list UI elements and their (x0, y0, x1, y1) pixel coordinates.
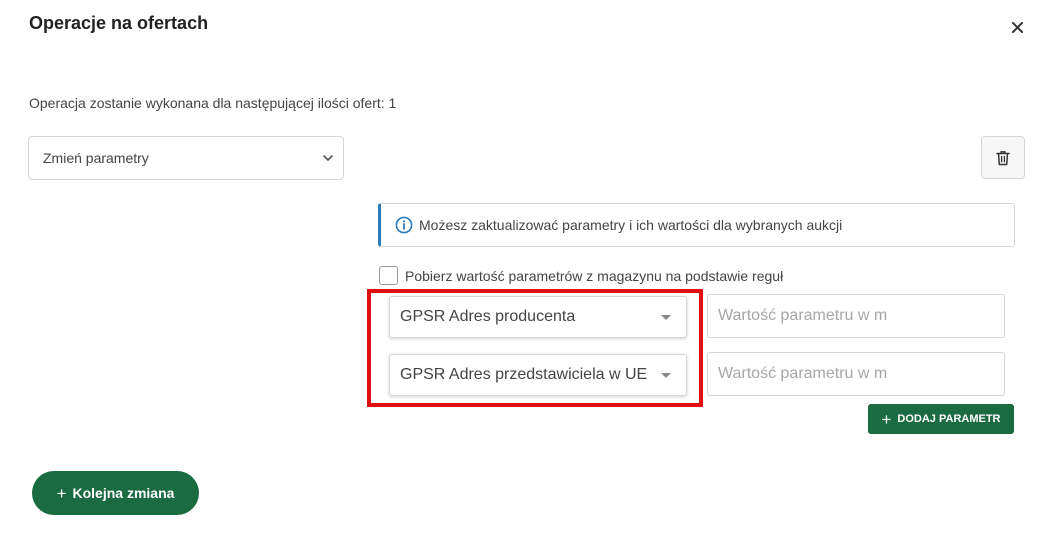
modal-title: Operacje na ofertach (29, 13, 209, 33)
plus-icon: + (881, 409, 892, 429)
add-parameter-label: DODAJ PARAMETR (897, 413, 1001, 425)
warehouse-rules-label: Pobierz wartość parametrów z magazynu na… (405, 267, 784, 284)
add-parameter-button[interactable]: + DODAJ PARAMETR (868, 404, 1014, 434)
info-message-text: Możesz zaktualizować parametry i ich war… (419, 217, 843, 233)
offer-count-text: Operacja zostanie wykonana dla następują… (29, 95, 397, 111)
operation-select[interactable]: Zmień parametry (28, 136, 344, 180)
warehouse-rules-checkbox-row[interactable]: Pobierz wartość parametrów z magazynu na… (379, 266, 783, 285)
next-change-label: Kolejna zmiana (72, 485, 175, 501)
parameter-value-input-2[interactable] (707, 352, 1005, 396)
trash-icon (996, 150, 1010, 165)
caret-down-icon (661, 373, 671, 378)
next-change-button[interactable]: + Kolejna zmiana (32, 471, 199, 515)
parameter-value-input-1[interactable] (707, 294, 1005, 338)
warehouse-rules-checkbox[interactable] (379, 266, 398, 285)
parameter-select-2-value: GPSR Adres przedstawiciela w UE (400, 366, 648, 383)
close-button[interactable] (1006, 16, 1028, 38)
parameter-select-1-value: GPSR Adres producenta (400, 308, 576, 325)
parameter-select-2[interactable]: GPSR Adres przedstawiciela w UE (389, 354, 687, 396)
info-message: Możesz zaktualizować parametry i ich war… (378, 203, 1015, 247)
parameter-select-1[interactable]: GPSR Adres producenta (389, 296, 687, 338)
chevron-down-icon (323, 155, 333, 161)
operation-select-value: Zmień parametry (43, 150, 149, 166)
operations-modal: Operacje na ofertach Operacja zostanie w… (0, 0, 1053, 536)
delete-operation-button[interactable] (981, 136, 1025, 179)
info-icon (395, 216, 413, 234)
plus-icon: + (56, 483, 67, 503)
caret-down-icon (661, 315, 671, 320)
close-icon (1011, 21, 1023, 33)
